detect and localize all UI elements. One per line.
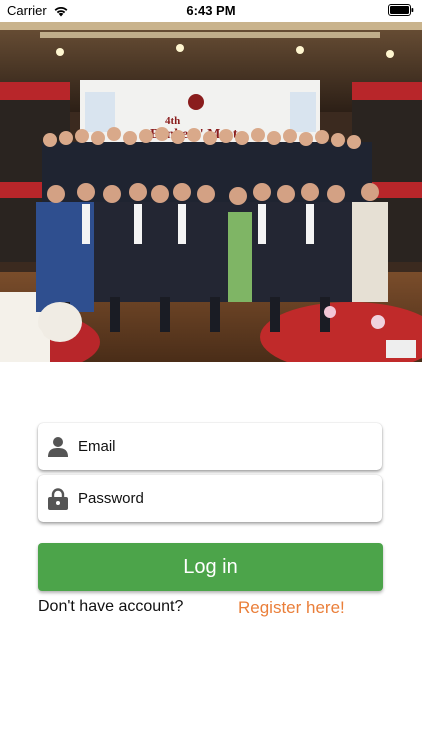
hero-photo: 4th Bankers' Meet [0, 22, 422, 362]
status-time: 6:43 PM [186, 3, 236, 18]
no-account-text: Don't have account? [38, 598, 184, 615]
battery-icon [388, 4, 414, 16]
password-field[interactable] [38, 475, 382, 522]
group-photo-image: 4th Bankers' Meet [0, 22, 422, 362]
password-input[interactable] [76, 489, 360, 508]
email-input[interactable] [76, 437, 360, 456]
status-bar: Carrier 6:43 PM [0, 0, 422, 22]
lock-icon [48, 487, 68, 510]
login-button[interactable]: Log in [38, 543, 383, 591]
svg-text:4th: 4th [165, 115, 180, 127]
register-link[interactable]: Register here! [238, 598, 345, 618]
login-screen: Carrier 6:43 PM 4th Email Log in Don't h… [0, 0, 422, 750]
email-field[interactable] [38, 423, 382, 470]
person-icon [48, 436, 68, 457]
